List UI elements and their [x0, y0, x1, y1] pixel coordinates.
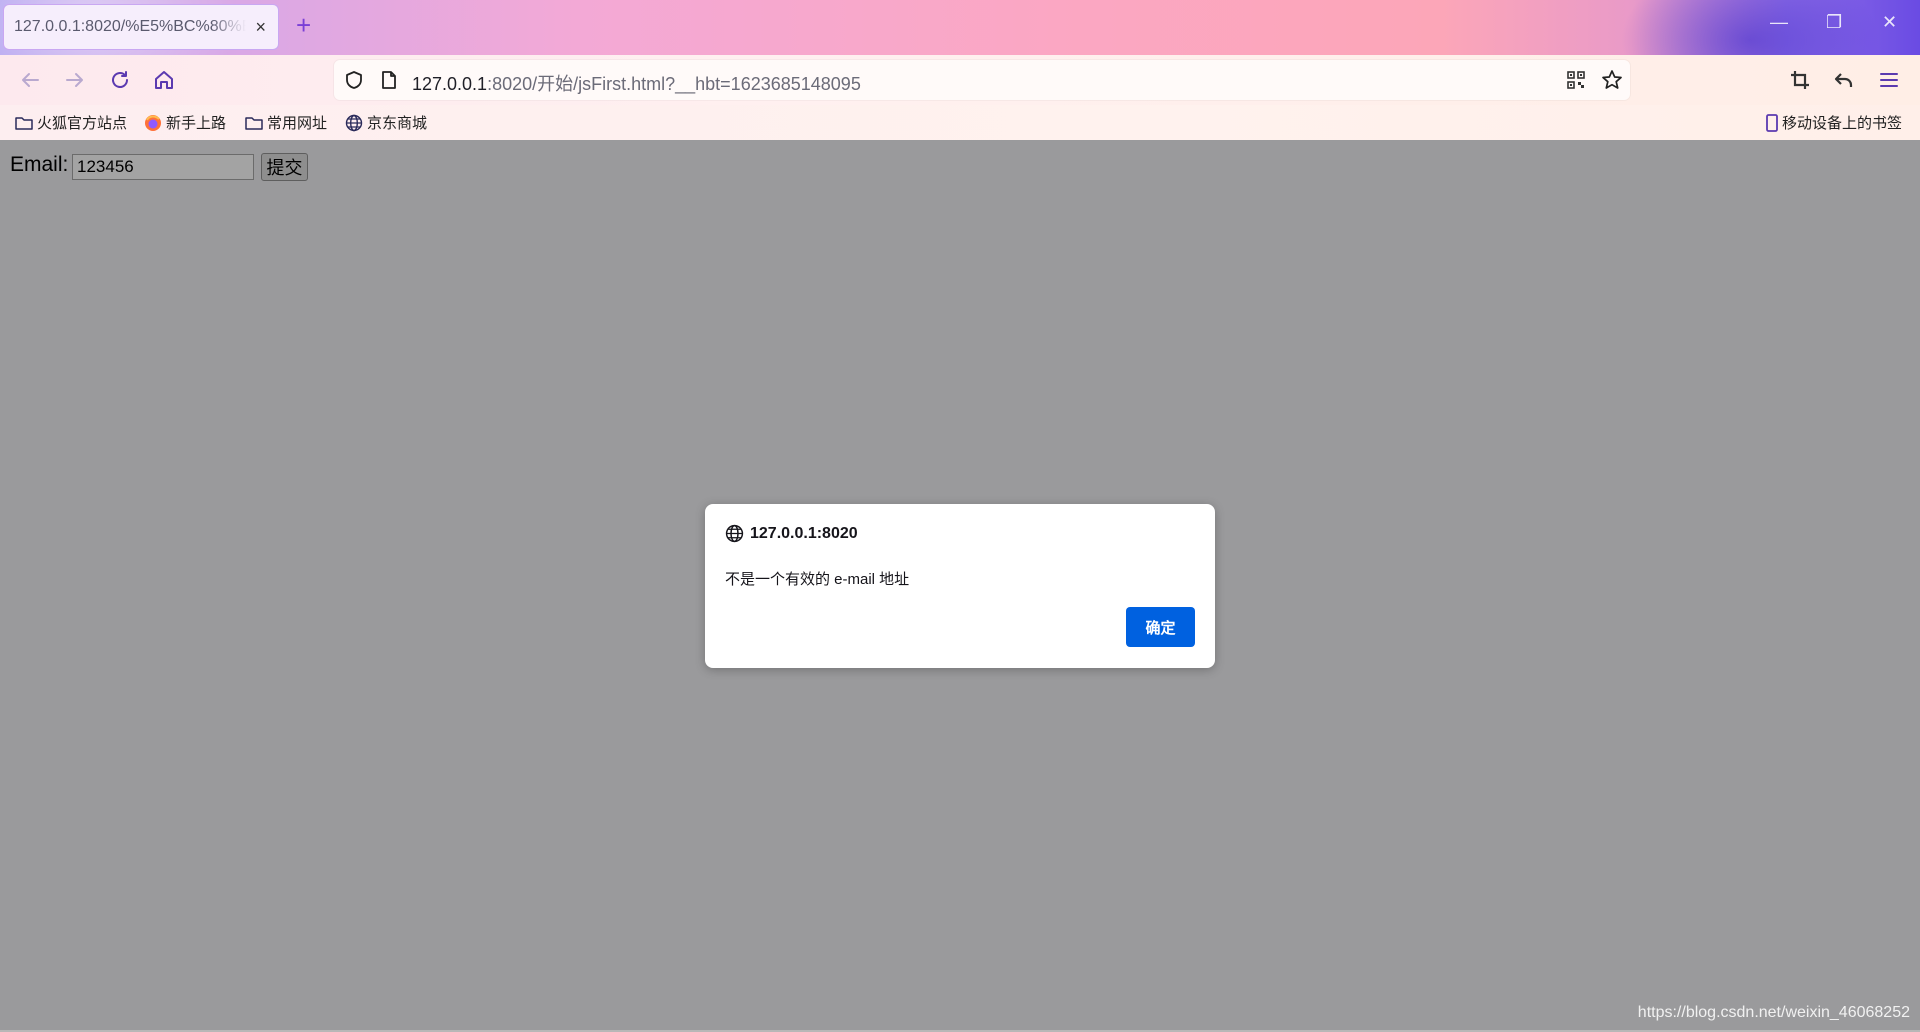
bookmark-label: 常用网址: [267, 115, 328, 132]
bookmark-item-firefox-site[interactable]: 火狐官方站点: [15, 112, 127, 133]
forward-arrow-icon: [66, 73, 83, 87]
undo-button[interactable]: [1831, 67, 1857, 93]
bookmark-label: 新手上路: [166, 115, 227, 132]
home-icon: [155, 71, 173, 89]
tab-bar: 127.0.0.1:8020/%E5%BC%80%E5%A7%8B/jsFirs…: [0, 0, 1920, 55]
bookmarks-toolbar: 火狐官方站点 新手上路 常用网址 京东商城 移动设备上的书签: [0, 105, 1920, 141]
bookmark-item-common-sites[interactable]: 常用网址: [245, 112, 327, 133]
forward-button[interactable]: [62, 67, 88, 93]
url-bar[interactable]: 127.0.0.1:8020/开始/jsFirst.html?__hbt=162…: [334, 60, 1630, 100]
ok-button[interactable]: 确定: [1126, 607, 1195, 647]
mobile-phone-icon: [1766, 113, 1778, 132]
bookmark-label: 京东商城: [367, 115, 428, 132]
firefox-icon: [145, 114, 161, 131]
undo-icon: [1834, 73, 1853, 87]
dialog-header: 127.0.0.1:8020: [725, 524, 858, 543]
back-button[interactable]: [17, 67, 43, 93]
screenshot-button[interactable]: [1787, 67, 1813, 93]
shield-icon[interactable]: [344, 70, 364, 90]
url-path: :8020/开始/jsFirst.html?__hbt=162368514809…: [487, 74, 861, 94]
mobile-bookmarks[interactable]: 移动设备上的书签: [1766, 112, 1902, 133]
close-window-button[interactable]: ✕: [1882, 12, 1897, 33]
hamburger-icon: [1880, 73, 1898, 87]
bookmark-label: 火狐官方站点: [37, 115, 128, 132]
home-button[interactable]: [151, 67, 177, 93]
tab-close-icon[interactable]: ×: [255, 17, 266, 37]
menu-button[interactable]: [1876, 67, 1902, 93]
back-arrow-icon: [22, 73, 39, 87]
url-host: 127.0.0.1: [412, 74, 488, 94]
globe-icon: [725, 524, 744, 543]
alert-dialog: 127.0.0.1:8020 不是一个有效的 e-mail 地址 确定: [705, 504, 1215, 668]
folder-icon: [15, 116, 33, 130]
dialog-message: 不是一个有效的 e-mail 地址: [725, 571, 910, 588]
globe-icon: [345, 114, 363, 131]
nav-bar: 127.0.0.1:8020/开始/jsFirst.html?__hbt=162…: [0, 55, 1920, 105]
url-text[interactable]: 127.0.0.1:8020/开始/jsFirst.html?__hbt=162…: [412, 70, 861, 96]
new-tab-button[interactable]: +: [296, 12, 311, 38]
restore-button[interactable]: ❐: [1826, 12, 1842, 33]
tab-active[interactable]: 127.0.0.1:8020/%E5%BC%80%E5%A7%8B/jsFirs…: [3, 4, 279, 50]
qr-code-icon[interactable]: [1567, 71, 1585, 89]
email-field[interactable]: [72, 154, 254, 180]
bookmark-item-getting-started[interactable]: 新手上路: [144, 112, 226, 133]
email-label: Email:: [10, 153, 69, 176]
watermark: https://blog.csdn.net/weixin_46068252: [1637, 1004, 1910, 1021]
bookmark-star-icon[interactable]: [1601, 69, 1623, 91]
tab-title: 127.0.0.1:8020/%E5%BC%80%E5%A7%8B/jsFirs…: [14, 18, 246, 35]
page-icon[interactable]: [380, 70, 398, 90]
mobile-bookmarks-label: 移动设备上的书签: [1782, 115, 1903, 132]
submit-button[interactable]: 提交: [261, 153, 308, 181]
dialog-origin: 127.0.0.1:8020: [750, 524, 858, 542]
reload-icon: [112, 71, 128, 88]
minimize-button[interactable]: —: [1770, 12, 1788, 33]
crop-icon: [1791, 71, 1809, 89]
reload-button[interactable]: [107, 67, 133, 93]
bookmark-item-jd[interactable]: 京东商城: [345, 112, 427, 133]
folder-icon: [245, 116, 263, 130]
